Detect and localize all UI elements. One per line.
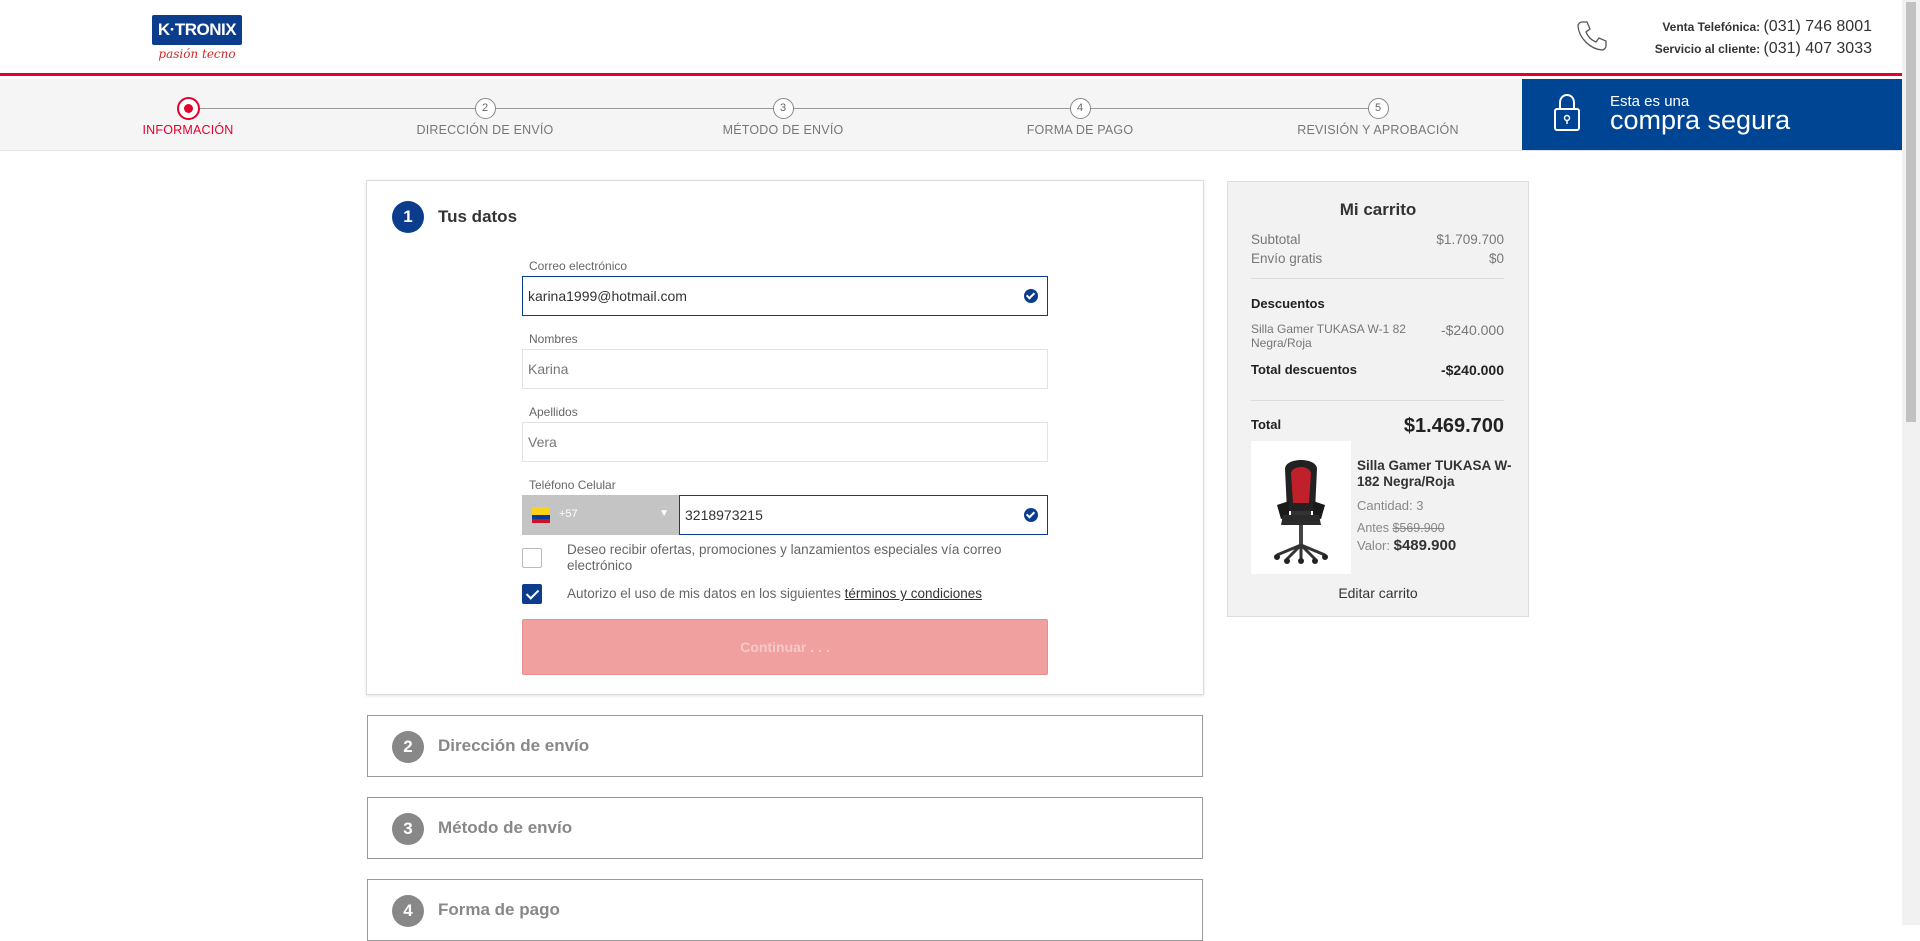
secure-purchase-banner: Esta es una compra segura [1522, 79, 1902, 150]
total-discounts-value: -$240.000 [1440, 362, 1504, 378]
section-payment-method[interactable]: 4 Forma de pago [367, 879, 1203, 941]
step-informacion: INFORMACIÓN [88, 97, 288, 137]
service-phone-label: Servicio al cliente: [1654, 42, 1761, 56]
before-label: Antes [1357, 521, 1389, 535]
personal-data-card: 1 Tus datos Correo electrónico karina199… [366, 180, 1204, 695]
section-title: Forma de pago [438, 900, 560, 919]
country-code: +57 [559, 508, 578, 520]
section-number: 4 [392, 895, 424, 927]
section-number: 1 [392, 201, 424, 233]
email-field[interactable]: karina1999@hotmail.com [522, 276, 1048, 316]
site-header: K·TRONIX pasión tecno Venta Telefónica: … [0, 0, 1902, 76]
step-label: INFORMACIÓN [142, 123, 234, 137]
step-revision: 5 REVISIÓN Y APROBACIÓN [1278, 98, 1478, 137]
edit-cart-link[interactable]: Editar carrito [1228, 585, 1528, 601]
phone-field[interactable]: 3218973215 [679, 495, 1048, 535]
discounts-heading: Descuentos [1251, 296, 1325, 311]
terms-checkbox[interactable] [522, 584, 542, 604]
cart-summary: Mi carrito Subtotal $1.709.700 Envío gra… [1227, 181, 1529, 617]
total-discounts-label: Total descuentos [1251, 362, 1357, 377]
offers-text: Deseo recibir ofertas, promociones y lan… [567, 542, 1002, 573]
section-title: Tus datos [438, 207, 518, 226]
step-forma-pago: 4 FORMA DE PAGO [980, 98, 1180, 137]
section-number: 2 [392, 731, 424, 763]
product-before-price: Antes $569.900 [1357, 521, 1445, 535]
contact-info: Venta Telefónica: (031) 746 8001 Servici… [1650, 16, 1872, 60]
step-metodo-envio: 3 MÉTODO DE ENVÍO [683, 98, 883, 137]
step-label: DIRECCIÓN DE ENVÍO [416, 123, 554, 137]
logo-wordmark: K·TRONIX [152, 15, 242, 45]
lastnames-value: Vera [528, 434, 557, 450]
total-discounts-row: Total descuentos -$240.000 [1251, 362, 1504, 378]
terms-text: Autorizo el uso de mis datos en los sigu… [567, 586, 1047, 602]
lastnames-field[interactable]: Vera [522, 422, 1048, 462]
names-value: Karina [528, 361, 569, 377]
phone-value: 3218973215 [685, 507, 763, 523]
value-label: Valor: [1357, 538, 1390, 553]
step-label: REVISIÓN Y APROBACIÓN [1297, 123, 1459, 137]
shipping-label: Envío gratis [1251, 251, 1323, 266]
step-indicator: 3 [772, 98, 794, 119]
value-amount: $489.900 [1393, 537, 1457, 554]
scrollbar-thumb[interactable] [1906, 2, 1916, 422]
lastnames-label: Apellidos [529, 405, 578, 419]
total-value: $1.469.700 [1403, 415, 1504, 437]
step-indicator: 2 [474, 98, 496, 119]
shipping-row: Envío gratis $0 [1251, 251, 1504, 266]
discount-item-row: Silla Gamer TUKASA W-1 82 Negra/Roja -$2… [1251, 322, 1504, 350]
step-indicator: 5 [1367, 98, 1389, 119]
product-image[interactable] [1251, 441, 1351, 574]
email-label: Correo electrónico [529, 259, 628, 273]
subtotal-row: Subtotal $1.709.700 [1251, 232, 1504, 247]
names-field[interactable]: Karina [522, 349, 1048, 389]
phone-label: Teléfono Celular [529, 478, 616, 492]
gaming-chair-image [1274, 460, 1328, 564]
colombia-flag-icon [532, 507, 550, 523]
step-direccion-envio: 2 DIRECCIÓN DE ENVÍO [385, 98, 585, 137]
phone-icon [1577, 21, 1607, 51]
ktronix-logo[interactable]: K·TRONIX pasión tecno [152, 15, 242, 63]
continue-button[interactable]: Continuar . . . [522, 619, 1048, 675]
terms-link[interactable]: términos y condiciones [845, 586, 982, 601]
section-shipping-address[interactable]: 2 Dirección de envío [367, 715, 1203, 777]
shipping-value: $0 [1488, 251, 1504, 266]
discount-item-value: -$240.000 [1440, 322, 1504, 338]
chevron-down-icon: ▼ [659, 508, 669, 519]
terms-prefix: Autorizo el uso de mis datos en los sigu… [567, 586, 841, 601]
discount-item-label: Silla Gamer TUKASA W-1 82 Negra/Roja [1251, 322, 1406, 350]
logo-tagline: pasión tecno [158, 47, 236, 61]
valid-check-icon [1024, 508, 1038, 522]
product-quantity: Cantidad: 3 [1357, 498, 1424, 513]
step-label: MÉTODO DE ENVÍO [722, 123, 844, 137]
divider [1251, 278, 1504, 279]
section-number: 3 [392, 813, 424, 845]
total-label: Total [1251, 417, 1282, 432]
section-title: Dirección de envío [438, 736, 590, 755]
sales-phone-number[interactable]: (031) 746 8001 [1763, 18, 1872, 35]
names-label: Nombres [529, 332, 578, 346]
padlock-icon [1554, 93, 1580, 131]
offers-checkbox[interactable] [522, 548, 542, 568]
valid-check-icon [1024, 289, 1038, 303]
divider [1251, 400, 1504, 401]
product-name: Silla Gamer TUKASA W-182 Negra/Roja [1357, 458, 1512, 489]
step-indicator [176, 97, 200, 120]
step-indicator: 4 [1069, 98, 1091, 119]
step-label: FORMA DE PAGO [1026, 123, 1134, 137]
email-value: karina1999@hotmail.com [528, 288, 687, 304]
subtotal-value: $1.709.700 [1436, 232, 1504, 247]
country-code-select[interactable]: +57 ▼ [522, 495, 679, 535]
cart-title: Mi carrito [1339, 200, 1417, 219]
section-title: Método de envío [438, 818, 573, 837]
subtotal-label: Subtotal [1251, 232, 1301, 247]
before-value: $569.900 [1392, 521, 1445, 535]
sales-phone-label: Venta Telefónica: [1662, 20, 1761, 34]
service-phone-number[interactable]: (031) 407 3033 [1763, 40, 1872, 57]
product-price: Valor: $489.900 [1357, 537, 1456, 554]
section-shipping-method[interactable]: 3 Método de envío [367, 797, 1203, 859]
secure-line2: compra segura [1610, 105, 1791, 135]
